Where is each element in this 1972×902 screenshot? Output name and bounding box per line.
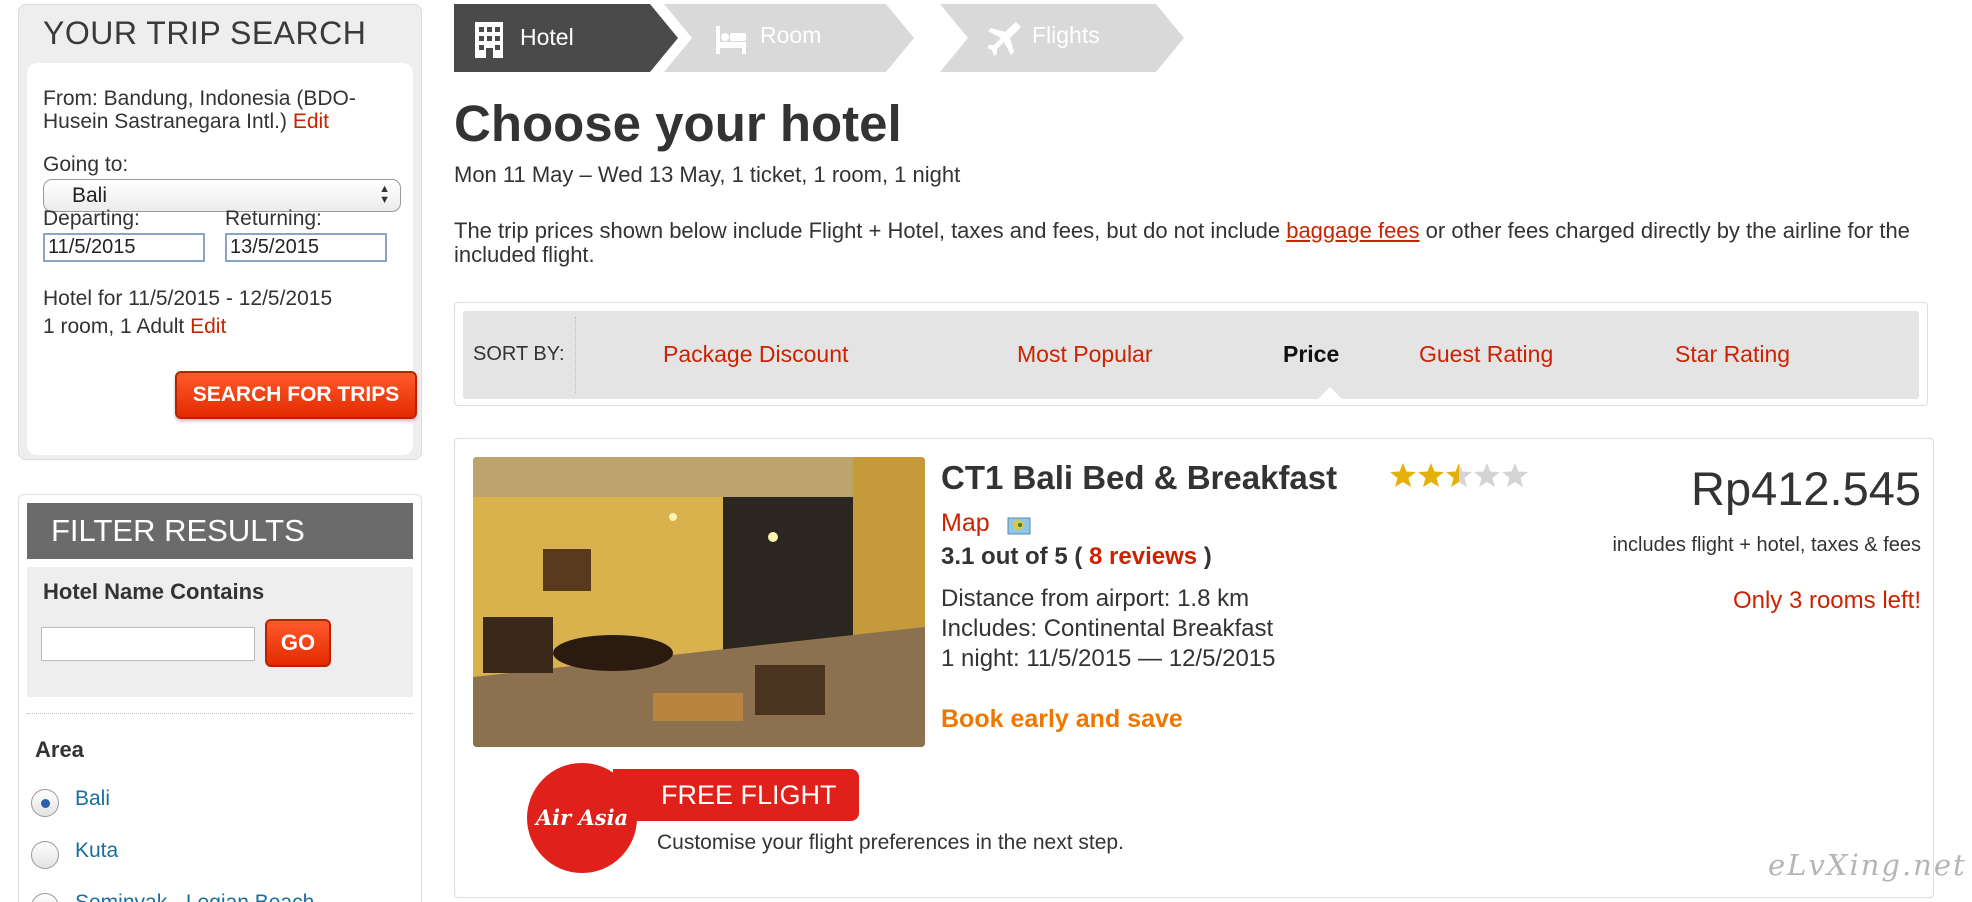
- filter-divider: [27, 713, 413, 714]
- hotel-name[interactable]: CT1 Bali Bed & Breakfast: [941, 459, 1337, 497]
- hotel-dates-summary: Hotel for 11/5/2015 - 12/5/2015 1 room, …: [43, 285, 332, 341]
- step-room-label: Room: [760, 22, 822, 48]
- area-option-bali[interactable]: Bali: [31, 785, 401, 817]
- trip-search-panel: YOUR TRIP SEARCH From: Bandung, Indonesi…: [18, 4, 422, 460]
- guest-rating-close: ): [1197, 543, 1212, 570]
- trip-summary: Mon 11 May – Wed 13 May, 1 ticket, 1 roo…: [454, 162, 961, 187]
- active-sort-indicator: [1317, 387, 1343, 400]
- hotel-photo[interactable]: [473, 457, 925, 747]
- bed-icon: [716, 26, 746, 54]
- sort-option-price[interactable]: Price: [1283, 341, 1339, 368]
- sort-option-package-discount[interactable]: Package Discount: [663, 341, 848, 368]
- radio-checked-icon[interactable]: [31, 789, 59, 817]
- go-button[interactable]: GO: [265, 619, 331, 667]
- star-empty-icon: [1474, 463, 1500, 487]
- step-flights[interactable]: Flights: [940, 4, 1184, 72]
- sort-divider: [575, 317, 576, 393]
- sort-by-label: SORT BY:: [473, 343, 565, 365]
- rooms-guests-text: 1 room, 1 Adult: [43, 315, 185, 338]
- radio-unchecked-icon[interactable]: [31, 841, 59, 869]
- rooms-guests: 1 room, 1 Adult Edit: [43, 313, 332, 341]
- sort-option-star-rating[interactable]: Star Rating: [1675, 341, 1790, 368]
- trip-search-title: YOUR TRIP SEARCH: [43, 15, 367, 51]
- page-title: Choose your hotel: [454, 95, 902, 152]
- step-flights-label: Flights: [1032, 22, 1100, 48]
- booking-steps: Hotel Room Flights: [454, 4, 1194, 72]
- stay-dates: 1 night: 11/5/2015 — 12/5/2015: [941, 645, 1276, 672]
- departing-label: Departing:: [43, 207, 140, 230]
- customise-flight-note: Customise your flight preferences in the…: [657, 831, 1124, 854]
- select-arrows-icon: ▲ ▼: [379, 183, 390, 206]
- baggage-fees-link[interactable]: baggage fees: [1286, 218, 1419, 243]
- returning-date-input[interactable]: 13/5/2015: [225, 233, 387, 262]
- distance-from-airport: Distance from airport: 1.8 km: [941, 585, 1250, 612]
- star-half-icon: [1446, 463, 1472, 487]
- airplane-icon: [988, 22, 1021, 56]
- included-breakfast: Includes: Continental Breakfast: [941, 615, 1274, 642]
- watermark: eLvXing.net: [1768, 848, 1967, 882]
- rooms-left-alert: Only 3 rooms left!: [1732, 587, 1921, 614]
- going-to-value: Bali: [72, 184, 108, 207]
- sort-option-guest-rating[interactable]: Guest Rating: [1419, 341, 1553, 368]
- price-disclaimer-text: The trip prices shown below include Flig…: [454, 218, 1287, 243]
- building-icon: [475, 22, 503, 58]
- edit-from-link[interactable]: Edit: [293, 110, 329, 133]
- star-icon: [1418, 463, 1444, 487]
- guest-rating-text: 3.1 out of 5 (: [941, 543, 1090, 570]
- radio-unchecked-icon[interactable]: [31, 893, 59, 902]
- step-room[interactable]: Room: [664, 4, 914, 72]
- filter-results-title: FILTER RESULTS: [27, 503, 413, 559]
- hotel-name-label: Hotel Name Contains: [43, 579, 265, 604]
- reviews-link[interactable]: 8 reviews: [1089, 543, 1197, 570]
- filter-results-panel: FILTER RESULTS Hotel Name Contains GO Ar…: [18, 494, 422, 902]
- returning-label: Returning:: [225, 207, 322, 230]
- from-location: From: Bandung, Indonesia (BDO-Husein Sas…: [43, 87, 393, 133]
- sort-option-most-popular[interactable]: Most Popular: [1017, 341, 1153, 368]
- edit-rooms-link[interactable]: Edit: [190, 315, 226, 338]
- book-early-promo: Book early and save: [941, 705, 1183, 733]
- price-includes-note: includes flight + hotel, taxes & fees: [1612, 534, 1921, 556]
- package-price: Rp412.545: [1691, 462, 1921, 515]
- hotel-name-filter: Hotel Name Contains GO: [27, 567, 413, 697]
- step-hotel-label: Hotel: [520, 24, 574, 50]
- star-rating: [1390, 463, 1528, 487]
- search-for-trips-button[interactable]: SEARCH FOR TRIPS: [175, 371, 417, 419]
- map-link[interactable]: Map: [941, 509, 990, 538]
- step-hotel[interactable]: Hotel: [454, 4, 678, 72]
- sort-bar: SORT BY: Package Discount Most Popular P…: [454, 302, 1928, 406]
- hotel-result-card: CT1 Bali Bed & Breakfast Map 3.1 out of …: [454, 438, 1934, 898]
- going-to-label: Going to:: [43, 153, 129, 176]
- departing-date-input[interactable]: 11/5/2015: [43, 233, 205, 262]
- free-flight-banner: FREE FLIGHT: [613, 769, 859, 821]
- star-icon: [1390, 463, 1416, 487]
- guest-rating: 3.1 out of 5 ( 8 reviews ): [941, 543, 1212, 571]
- airasia-logo: Air Asia: [527, 763, 637, 873]
- trip-search-body: From: Bandung, Indonesia (BDO-Husein Sas…: [27, 63, 417, 455]
- area-option-seminyak[interactable]: Seminyak - Legian Beach: [31, 889, 401, 902]
- star-empty-icon: [1502, 463, 1528, 487]
- area-option-label: Bali: [75, 787, 111, 810]
- area-option-label: Seminyak - Legian Beach: [75, 891, 314, 902]
- area-option-label: Kuta: [75, 839, 119, 862]
- sort-bar-inner: SORT BY: Package Discount Most Popular P…: [463, 311, 1919, 400]
- area-label: Area: [35, 737, 84, 762]
- area-option-kuta[interactable]: Kuta: [31, 837, 401, 869]
- hotel-dates-text: Hotel for 11/5/2015 - 12/5/2015: [43, 287, 333, 310]
- hotel-name-input[interactable]: [41, 627, 255, 661]
- map-icon[interactable]: [1007, 516, 1031, 536]
- price-disclaimer: The trip prices shown below include Flig…: [454, 219, 1934, 267]
